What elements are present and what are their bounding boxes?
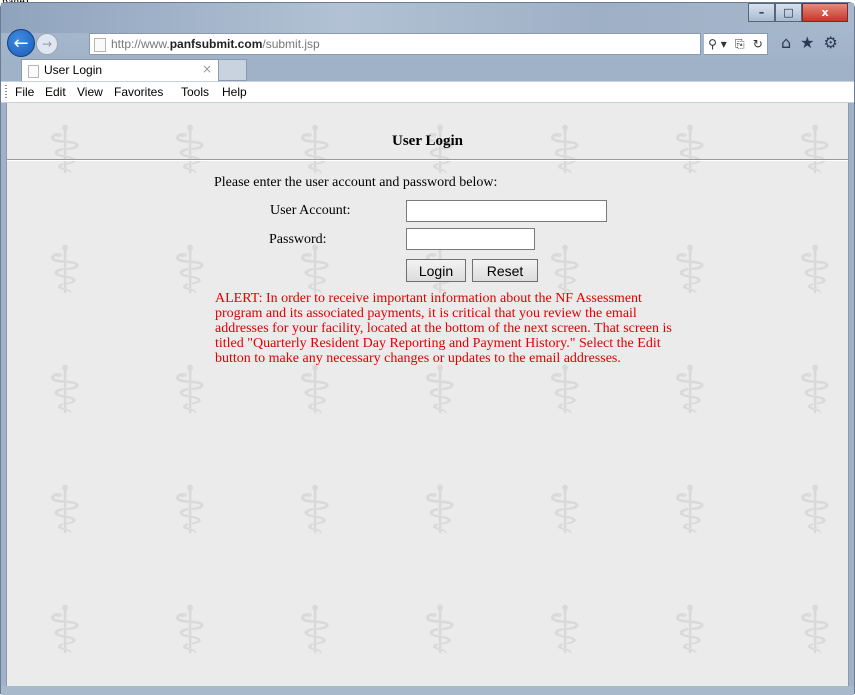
menu-view[interactable]: View xyxy=(77,85,103,99)
compatibility-icon[interactable]: ⎘ xyxy=(735,37,745,52)
minimize-icon: – xyxy=(758,6,765,19)
tab-strip: User Login × xyxy=(1,59,854,81)
caduceus-icon: ⚕ xyxy=(47,112,83,189)
user-account-input[interactable] xyxy=(406,200,607,222)
browser-window: – □ x ← → http://www.panfsubmit.com/subm… xyxy=(0,2,855,695)
tab-label: User Login xyxy=(44,63,103,77)
caduceus-icon: ⚕ xyxy=(672,232,708,309)
alert-message: ALERT: In order to receive important inf… xyxy=(215,291,672,366)
caduceus-icon: ⚕ xyxy=(672,592,708,669)
user-account-label: User Account: xyxy=(270,203,351,218)
tab-page-icon xyxy=(28,65,39,78)
caduceus-icon: ⚕ xyxy=(422,472,458,549)
window-controls: – □ x xyxy=(748,3,848,23)
favorites-star-icon[interactable]: ★ xyxy=(800,33,814,52)
caduceus-icon: ⚕ xyxy=(172,592,208,669)
page-icon xyxy=(94,38,106,52)
page-content: ⚕⚕⚕⚕⚕⚕⚕⚕⚕⚕⚕⚕⚕⚕⚕⚕⚕⚕⚕⚕⚕⚕⚕⚕⚕⚕⚕⚕⚕⚕⚕⚕⚕⚕⚕ User… xyxy=(6,103,849,686)
menu-bar: File Edit View Favorites Tools Help xyxy=(1,81,854,103)
caduceus-icon: ⚕ xyxy=(547,352,583,429)
settings-gear-icon[interactable]: ⚙ xyxy=(824,33,838,52)
caduceus-icon: ⚕ xyxy=(547,112,583,189)
tab-close-icon[interactable]: × xyxy=(202,62,212,76)
menu-favorites[interactable]: Favorites xyxy=(114,85,163,99)
maximize-button[interactable]: □ xyxy=(775,3,802,22)
caduceus-icon: ⚕ xyxy=(547,592,583,669)
caduceus-icon: ⚕ xyxy=(172,472,208,549)
menu-help[interactable]: Help xyxy=(222,85,247,99)
password-input[interactable] xyxy=(406,228,535,250)
back-button[interactable]: ← xyxy=(7,29,35,57)
caduceus-icon: ⚕ xyxy=(297,592,333,669)
menu-tools[interactable]: Tools xyxy=(181,85,209,99)
caduceus-icon: ⚕ xyxy=(547,472,583,549)
caduceus-icon: ⚕ xyxy=(422,592,458,669)
forward-arrow-icon: → xyxy=(41,37,53,51)
caduceus-icon: ⚕ xyxy=(47,232,83,309)
navigation-bar: ← → http://www.panfsubmit.com/submit.jsp… xyxy=(1,25,854,59)
browser-toolbar-icons: ⌂ ★ ⚙ xyxy=(781,33,838,52)
caduceus-icon: ⚕ xyxy=(47,472,83,549)
back-arrow-icon: ← xyxy=(13,32,29,54)
caduceus-icon: ⚕ xyxy=(797,112,833,189)
caduceus-icon: ⚕ xyxy=(172,352,208,429)
address-bar[interactable]: http://www.panfsubmit.com/submit.jsp xyxy=(89,33,701,55)
caduceus-icon: ⚕ xyxy=(797,352,833,429)
caduceus-icon: ⚕ xyxy=(422,352,458,429)
caduceus-icon: ⚕ xyxy=(797,592,833,669)
caduceus-icon: ⚕ xyxy=(672,352,708,429)
intro-text: Please enter the user account and passwo… xyxy=(214,175,498,190)
caduceus-icon: ⚕ xyxy=(47,592,83,669)
password-label: Password: xyxy=(269,232,327,247)
login-button[interactable]: Login xyxy=(406,259,466,282)
close-icon: x xyxy=(821,6,829,19)
forward-button[interactable]: → xyxy=(36,33,58,55)
reset-button[interactable]: Reset xyxy=(472,259,538,282)
refresh-icon[interactable]: ↻ xyxy=(753,37,763,51)
caduceus-icon: ⚕ xyxy=(172,232,208,309)
title-divider xyxy=(7,159,848,161)
caduceus-icon: ⚕ xyxy=(672,112,708,189)
url-text: http://www.panfsubmit.com/submit.jsp xyxy=(111,37,320,51)
minimize-button[interactable]: – xyxy=(748,3,775,22)
new-tab-button[interactable] xyxy=(219,59,247,81)
caduceus-icon: ⚕ xyxy=(47,352,83,429)
search-icon[interactable]: ⚲ ▾ xyxy=(708,37,727,51)
caduceus-icon: ⚕ xyxy=(672,472,708,549)
caduceus-icon: ⚕ xyxy=(297,472,333,549)
tab-user-login[interactable]: User Login × xyxy=(21,59,219,81)
caduceus-icon: ⚕ xyxy=(797,232,833,309)
caduceus-icon: ⚕ xyxy=(797,472,833,549)
address-tools: ⚲ ▾ ⎘ ↻ xyxy=(704,33,768,55)
caduceus-icon: ⚕ xyxy=(172,112,208,189)
menu-grip-icon xyxy=(5,85,7,99)
caduceus-icon: ⚕ xyxy=(297,352,333,429)
maximize-icon: □ xyxy=(783,6,794,19)
menu-file[interactable]: File xyxy=(15,85,34,99)
page-title: User Login xyxy=(392,133,463,149)
home-icon[interactable]: ⌂ xyxy=(781,33,791,52)
menu-edit[interactable]: Edit xyxy=(45,85,66,99)
close-window-button[interactable]: x xyxy=(802,3,848,22)
